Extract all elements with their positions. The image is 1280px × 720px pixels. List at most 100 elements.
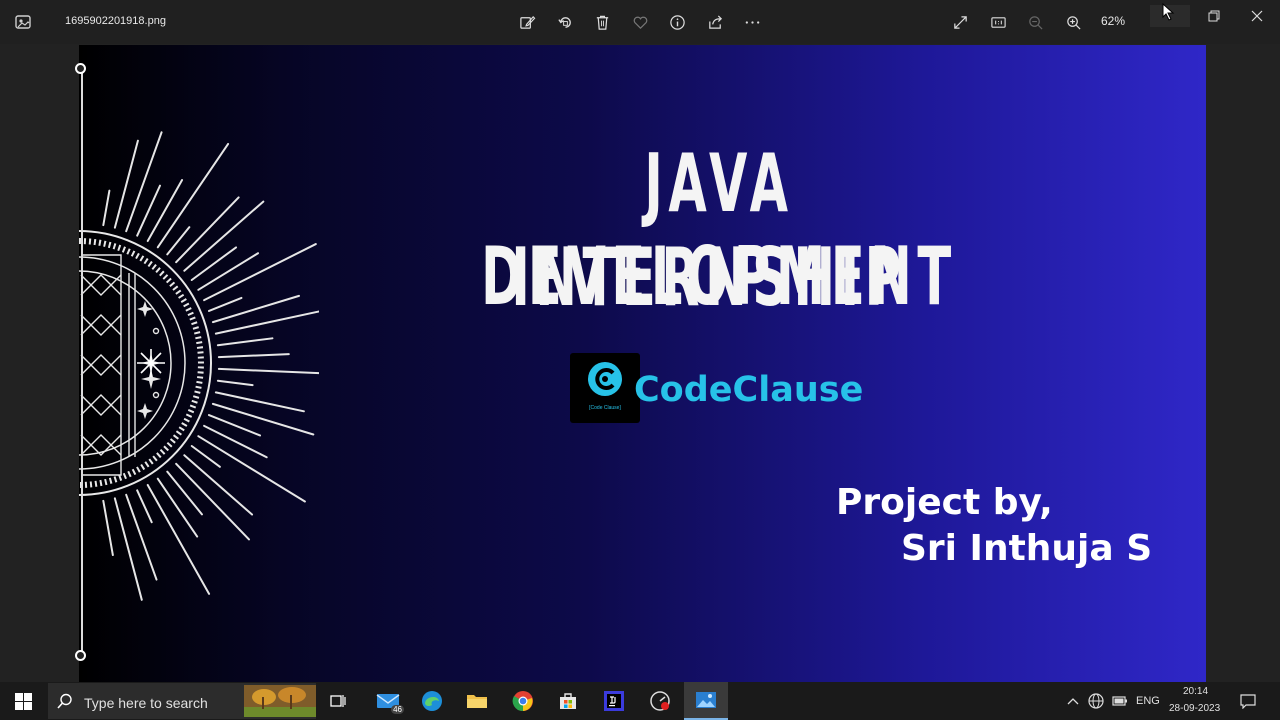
delete-icon xyxy=(596,15,608,30)
search-highlight-image xyxy=(244,685,316,717)
battery-button[interactable] xyxy=(1109,682,1131,720)
chevron-up-icon xyxy=(1067,698,1079,705)
taskbar: Type here to search 46 ENG 20:14 28-09-2… xyxy=(0,682,1280,720)
search-placeholder: Type here to search xyxy=(84,695,208,711)
logo-caption: [Code Clause] xyxy=(589,405,621,411)
close-icon xyxy=(1251,10,1263,22)
rotate-icon xyxy=(557,16,571,28)
restore-button[interactable] xyxy=(1194,5,1234,27)
store-icon xyxy=(560,693,576,709)
file-explorer-icon xyxy=(467,695,487,708)
actual-size-icon xyxy=(990,16,1006,28)
sunburst-ray xyxy=(166,226,191,256)
brand-name: CodeClause xyxy=(634,370,864,410)
sunburst-ray xyxy=(136,489,153,524)
show-hidden-icons-button[interactable] xyxy=(1062,682,1084,720)
mail-badge: 46 xyxy=(391,705,404,714)
zoom-in-icon xyxy=(1066,15,1081,30)
sunburst-ray xyxy=(113,139,139,229)
screen-recorder-button[interactable] xyxy=(638,682,682,720)
sunburst-ray xyxy=(203,243,317,302)
edit-image-button[interactable] xyxy=(516,11,538,33)
sunburst-ray xyxy=(156,142,230,249)
slide-title-line2: INTERNSHIP xyxy=(511,231,907,324)
mouse-cursor-icon xyxy=(1162,3,1175,21)
sunburst-ray xyxy=(207,296,243,312)
codeclause-logo: [Code Clause] xyxy=(570,353,640,423)
sunburst-ray xyxy=(203,424,268,459)
close-button[interactable] xyxy=(1237,5,1277,27)
author-name: Sri Inthuja S xyxy=(901,528,1153,569)
screen-recorder-icon xyxy=(650,691,670,711)
store-app-button[interactable] xyxy=(546,682,590,720)
zoom-out-icon xyxy=(1028,15,1043,30)
sunburst-ray xyxy=(211,402,315,436)
search-icon xyxy=(57,693,72,709)
start-button[interactable] xyxy=(0,682,46,720)
intellij-app-button[interactable] xyxy=(592,682,636,720)
intellij-icon xyxy=(604,691,624,711)
more-icon xyxy=(745,20,759,24)
notification-icon xyxy=(1240,694,1256,709)
info-button[interactable] xyxy=(666,11,688,33)
sunburst-ray xyxy=(197,252,260,291)
edit-image-icon xyxy=(519,15,535,29)
sunburst-ray xyxy=(102,189,111,227)
clock-time[interactable]: 20:14 xyxy=(1183,686,1208,697)
search-box[interactable]: Type here to search xyxy=(48,683,316,719)
fullscreen-button[interactable] xyxy=(949,11,971,33)
photos-app-icon xyxy=(15,15,31,29)
sunburst-ray xyxy=(113,497,143,601)
rotate-button[interactable] xyxy=(554,11,576,33)
edge-icon xyxy=(422,691,442,711)
windows-logo-icon xyxy=(14,692,32,710)
sunburst-ray xyxy=(156,477,199,538)
sunburst-ray xyxy=(197,435,306,503)
mail-app-button[interactable]: 46 xyxy=(366,682,410,720)
sunburst-ray xyxy=(125,131,163,233)
edge-app-button[interactable] xyxy=(410,682,454,720)
zoom-out-button[interactable] xyxy=(1024,11,1046,33)
crop-guide-line xyxy=(81,68,83,655)
sunburst-ray xyxy=(190,246,238,281)
sunburst-ray xyxy=(146,179,184,243)
crop-handle-top[interactable] xyxy=(75,63,86,74)
file-explorer-button[interactable] xyxy=(455,682,499,720)
project-by-label: Project by, xyxy=(836,482,1053,523)
chrome-icon xyxy=(512,691,533,712)
zoom-in-button[interactable] xyxy=(1062,11,1084,33)
slide-image: JAVA DEVELOPMENT INTERNSHIP [Code Clause… xyxy=(79,45,1206,682)
input-language[interactable]: ENG xyxy=(1136,695,1160,707)
actual-size-button[interactable] xyxy=(987,11,1009,33)
zoom-level[interactable]: 62% xyxy=(1101,14,1125,28)
sunburst-ray xyxy=(217,367,319,375)
task-view-button[interactable] xyxy=(316,682,360,720)
delete-button[interactable] xyxy=(591,11,613,33)
clock-date[interactable]: 28-09-2023 xyxy=(1169,703,1220,714)
sunburst-ray xyxy=(216,379,254,387)
codeclause-logo-icon xyxy=(588,362,622,396)
sunburst-ray xyxy=(190,445,221,468)
notifications-button[interactable] xyxy=(1236,682,1260,720)
info-icon xyxy=(669,14,685,30)
minimize-button[interactable] xyxy=(1150,3,1190,27)
sunburst-ray xyxy=(214,310,319,335)
network-button[interactable] xyxy=(1085,682,1107,720)
sunburst-ray xyxy=(217,353,290,359)
file-name: 1695902201918.png xyxy=(65,15,166,27)
restore-icon xyxy=(1208,10,1220,22)
share-button[interactable] xyxy=(704,11,726,33)
share-icon xyxy=(708,14,722,29)
sunburst-ray xyxy=(216,337,274,347)
crop-handle-bottom[interactable] xyxy=(75,650,86,661)
title-bar: 1695902201918.png 62% xyxy=(0,0,1280,44)
photos-app-button[interactable] xyxy=(684,682,728,720)
photos-icon xyxy=(696,692,716,708)
chrome-app-button[interactable] xyxy=(501,682,545,720)
favorite-button[interactable] xyxy=(629,11,651,33)
task-view-icon xyxy=(330,695,346,707)
sunburst-ray xyxy=(125,493,158,581)
sunburst-ornament xyxy=(79,131,319,601)
sunburst-ray xyxy=(146,483,211,595)
more-button[interactable] xyxy=(741,11,763,33)
